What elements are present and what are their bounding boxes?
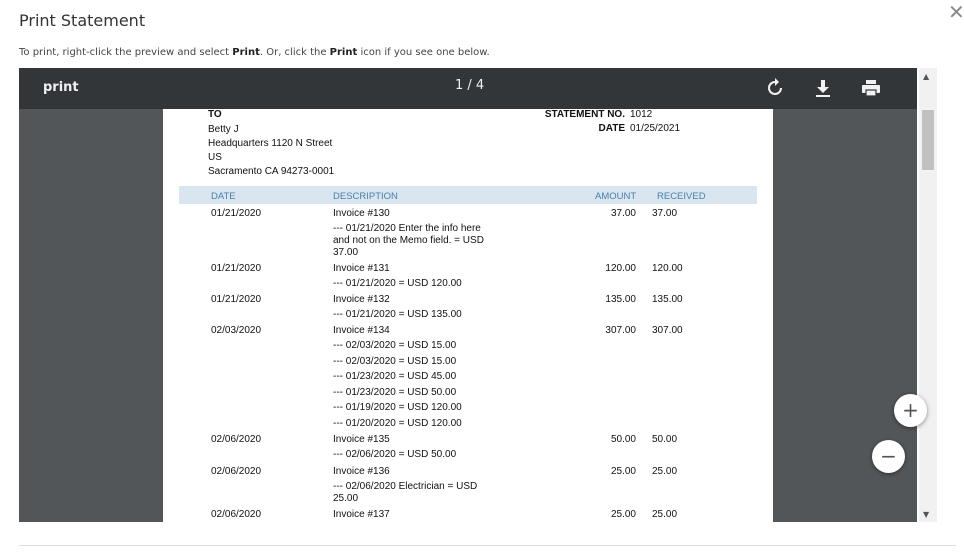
col-amount: AMOUNT: [595, 191, 637, 202]
customer-city: Sacramento CA 94273-0001: [208, 166, 335, 177]
row-invoice: Invoice #132: [333, 294, 390, 305]
row-amount: 120.00: [605, 263, 636, 274]
row-detail: 37.00: [333, 247, 359, 258]
close-icon[interactable]: ✕: [948, 0, 964, 24]
date-label: DATE: [598, 123, 625, 134]
row-amount: 307.00: [605, 325, 636, 336]
row-detail: --- 01/19/2020 = USD 120.00: [333, 402, 462, 413]
row-detail: --- 01/21/2020 = USD 135.00: [333, 309, 462, 320]
row-amount: 37.00: [610, 208, 636, 219]
row-received: 135.00: [652, 294, 683, 305]
pdf-toolbar: print 1 / 4: [19, 68, 917, 109]
row-received: 120.00: [652, 263, 683, 274]
dialog-title: Print Statement: [19, 11, 146, 30]
row-detail: --- 01/21/2020 = USD 120.00: [333, 278, 462, 289]
row-date: 02/06/2020: [211, 466, 262, 477]
row-detail: --- 01/23/2020 = USD 50.00: [333, 387, 457, 398]
row-detail: --- 02/06/2020 = USD 50.00: [333, 449, 457, 460]
row-date: 02/06/2020: [211, 434, 262, 445]
divider: [19, 545, 956, 546]
col-description: DESCRIPTION: [333, 191, 398, 202]
print-instructions: To print, right-click the preview and se…: [19, 47, 490, 58]
download-icon[interactable]: [811, 76, 835, 100]
row-detail: 25.00: [333, 493, 359, 504]
row-detail: --- 01/20/2020 = USD 120.00: [333, 418, 462, 429]
row-detail: --- 01/21/2020 Enter the info here: [333, 223, 481, 234]
rotate-icon[interactable]: [763, 76, 787, 100]
statement-date: 01/25/2021: [630, 123, 681, 134]
row-invoice: Invoice #137: [333, 509, 390, 520]
row-amount: 50.00: [610, 434, 636, 445]
row-date: 02/03/2020: [211, 325, 262, 336]
row-date: 01/21/2020: [211, 263, 262, 274]
pdf-title: print: [43, 80, 79, 95]
row-received: 37.00: [652, 208, 678, 219]
row-detail: --- 01/23/2020 = USD 45.00: [333, 371, 457, 382]
row-invoice: Invoice #136: [333, 466, 390, 477]
row-date: 02/06/2020: [211, 509, 262, 520]
pdf-viewer[interactable]: print 1 / 4 TO Betty J Headquarters 1120…: [19, 68, 917, 522]
scroll-up-icon[interactable]: ▲: [923, 72, 929, 81]
printer-icon[interactable]: [859, 76, 883, 100]
row-date: 01/21/2020: [211, 294, 262, 305]
zoom-out-button[interactable]: −: [872, 440, 905, 473]
row-amount: 25.00: [610, 509, 636, 520]
page-indicator: 1 / 4: [455, 78, 485, 93]
row-invoice: Invoice #134: [333, 325, 390, 336]
row-detail: --- 02/06/2020 Electrician = USD: [333, 481, 478, 492]
row-received: 307.00: [652, 325, 683, 336]
statement-no-label: STATEMENT NO.: [544, 109, 625, 120]
scrollbar-thumb[interactable]: [922, 110, 934, 170]
customer-address: Headquarters 1120 N Street: [208, 138, 333, 149]
table-header: DATE DESCRIPTION AMOUNT RECEIVED: [179, 186, 757, 204]
row-received: 25.00: [652, 509, 678, 520]
scroll-down-icon[interactable]: ▼: [923, 510, 929, 519]
row-received: 50.00: [652, 434, 678, 445]
row-invoice: Invoice #130: [333, 208, 390, 219]
customer-country: US: [208, 152, 222, 163]
row-detail: --- 02/03/2020 = USD 15.00: [333, 356, 457, 367]
zoom-in-button[interactable]: +: [894, 394, 927, 427]
row-date: 01/21/2020: [211, 208, 262, 219]
col-date: DATE: [211, 191, 236, 202]
statement-no: 1012: [630, 109, 653, 120]
statement-page: TO Betty J Headquarters 1120 N Street US…: [163, 109, 773, 522]
row-detail: and not on the Memo field. = USD: [333, 235, 484, 246]
row-invoice: Invoice #131: [333, 263, 390, 274]
to-label: TO: [208, 109, 222, 120]
col-received: RECEIVED: [657, 191, 706, 202]
row-amount: 135.00: [605, 294, 636, 305]
row-invoice: Invoice #135: [333, 434, 390, 445]
row-received: 25.00: [652, 466, 678, 477]
customer-name: Betty J: [208, 124, 239, 135]
row-detail: --- 02/03/2020 = USD 15.00: [333, 340, 457, 351]
row-amount: 25.00: [610, 466, 636, 477]
